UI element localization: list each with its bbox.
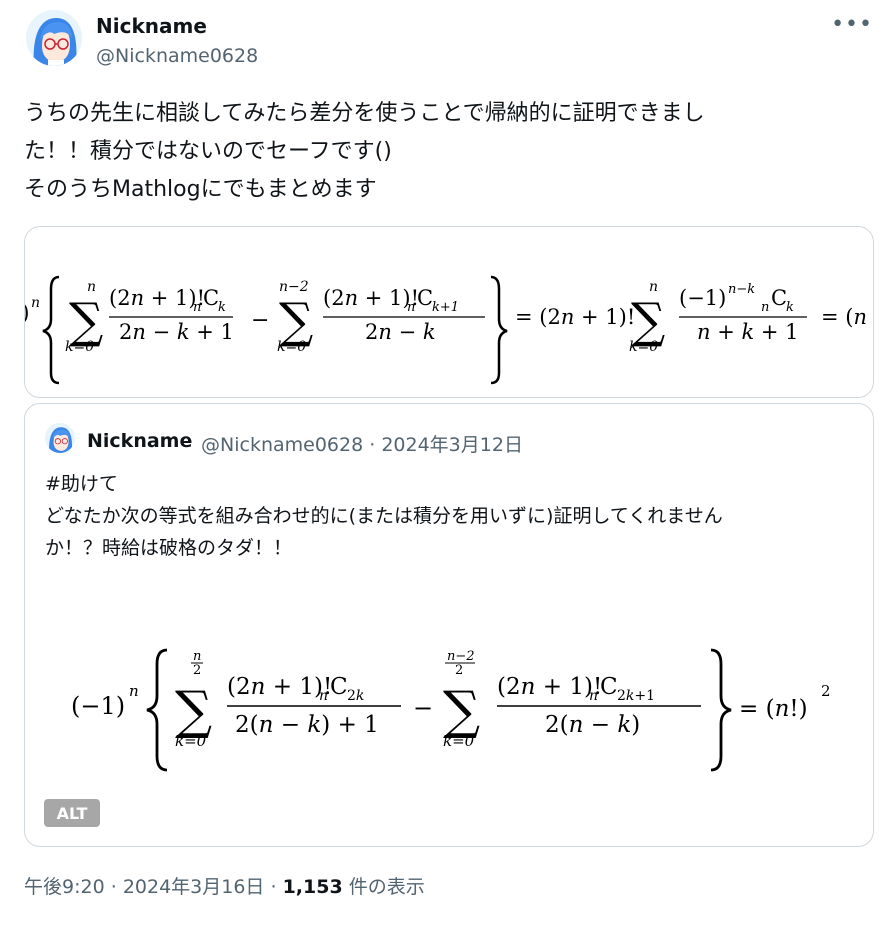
tweet-text-line: た！！積分ではないのでセーフです() — [24, 139, 392, 164]
anime-avatar-icon — [45, 423, 75, 453]
svg-text:n: n — [761, 300, 769, 315]
svg-text:k=0: k=0 — [175, 732, 207, 750]
svg-text:n: n — [193, 300, 201, 315]
svg-text:): ) — [25, 301, 30, 326]
more-icon[interactable]: ••• — [831, 12, 873, 37]
svg-text:= (2n + 1)!: = (2n + 1)! — [515, 305, 635, 329]
quote-text-line: どなたか次の等式を組み合わせ的に(または積分を用いずに)証明してくれません — [45, 505, 723, 527]
svg-text:(−1): (−1) — [679, 286, 726, 310]
svg-text:= (n: = (n — [821, 305, 867, 329]
view-count: 1,153 — [282, 876, 343, 898]
quote-author-handle[interactable]: @Nickname0628 — [201, 434, 363, 456]
svg-text:−: − — [251, 308, 269, 333]
svg-text:2k+1: 2k+1 — [617, 688, 655, 704]
formula-image-cropped: ) n n ∑ k=0 (2n + 1)! n C k 2n − k + 1 −… — [25, 275, 867, 385]
quoted-tweet[interactable]: Nickname @Nickname0628 · 2024年3月12日 #助けて… — [24, 403, 874, 847]
svg-text:n: n — [407, 300, 415, 315]
svg-text:2(n − k) + 1: 2(n − k) + 1 — [235, 712, 379, 738]
svg-text:C: C — [600, 674, 618, 700]
svg-text:2n − k: 2n − k — [365, 320, 436, 344]
svg-text:(2n + 1)!: (2n + 1)! — [227, 674, 332, 700]
svg-text:= (n!): = (n!) — [739, 696, 808, 722]
svg-text:n: n — [193, 649, 201, 664]
svg-text:(2n + 1)!: (2n + 1)! — [323, 286, 419, 310]
author-handle[interactable]: @Nickname0628 — [96, 45, 258, 67]
svg-text:(2n + 1)!: (2n + 1)! — [497, 674, 602, 700]
tweet-text-line: そのうちMathlogにでもまとめます — [24, 177, 377, 202]
tweet-date[interactable]: 2024年3月16日 — [123, 876, 265, 898]
svg-text:k=0: k=0 — [443, 732, 475, 750]
svg-text:C: C — [771, 286, 787, 310]
svg-text:n: n — [31, 295, 40, 311]
svg-text:k=0: k=0 — [277, 339, 306, 355]
svg-text:2: 2 — [455, 663, 463, 678]
quote-avatar[interactable] — [45, 423, 75, 453]
svg-text:(−1): (−1) — [71, 692, 125, 720]
anime-avatar-icon — [26, 10, 82, 66]
svg-text:C: C — [203, 286, 219, 310]
footer-separator: · — [270, 876, 277, 898]
tweet-text: うちの先生に相談してみたら差分を使うことで帰納的に証明できまし た！！積分ではない… — [24, 95, 864, 209]
svg-text:n−k: n−k — [728, 282, 755, 297]
svg-text:k=0: k=0 — [65, 339, 94, 355]
quote-author-name[interactable]: Nickname — [87, 430, 192, 452]
svg-text:2k: 2k — [347, 688, 364, 704]
svg-text:C: C — [330, 674, 348, 700]
media-image[interactable]: ) n n ∑ k=0 (2n + 1)! n C k 2n − k + 1 −… — [24, 226, 874, 398]
svg-text:2: 2 — [821, 682, 831, 700]
quote-meta: @Nickname0628 · 2024年3月12日 — [201, 430, 523, 457]
svg-text:−: − — [413, 694, 433, 722]
svg-text:(2n + 1)!: (2n + 1)! — [109, 286, 205, 310]
tweet-time[interactable]: 午後9:20 — [24, 876, 105, 898]
footer-separator: · — [110, 876, 117, 898]
svg-text:k: k — [786, 300, 794, 315]
alt-badge[interactable]: ALT — [44, 799, 100, 827]
quote-separator: · — [369, 434, 376, 456]
svg-text:2n − k + 1: 2n − k + 1 — [119, 320, 234, 344]
svg-text:2: 2 — [193, 663, 201, 678]
author-avatar[interactable] — [26, 10, 82, 66]
svg-text:n: n — [589, 688, 598, 704]
quote-hashtag[interactable]: #助けて — [45, 468, 860, 500]
svg-text:n + k + 1: n + k + 1 — [697, 320, 799, 344]
svg-text:k=0: k=0 — [629, 339, 658, 355]
svg-text:2(n − k): 2(n − k) — [545, 712, 640, 738]
svg-text:k+1: k+1 — [432, 300, 459, 315]
svg-text:C: C — [417, 286, 433, 310]
author-name[interactable]: Nickname — [96, 14, 207, 38]
quote-text: #助けてどなたか次の等式を組み合わせ的に(または積分を用いずに)証明してくれませ… — [45, 468, 860, 564]
svg-text:n: n — [129, 682, 139, 700]
view-count-label: 件の表示 — [348, 876, 425, 898]
svg-text:k: k — [218, 300, 226, 315]
svg-text:n: n — [319, 688, 328, 704]
tweet-text-line: うちの先生に相談してみたら差分を使うことで帰納的に証明できまし — [24, 101, 705, 126]
tweet-footer: 午後9:20 · 2024年3月16日 · 1,153 件の表示 — [24, 872, 425, 899]
formula-image-full[interactable]: (−1) n n 2 ∑ k=0 (2n + 1)! n C 2k 2(n − … — [55, 632, 845, 772]
quote-text-line: か！？時給は破格のタダ！！ — [45, 537, 293, 559]
svg-text:n−2: n−2 — [447, 649, 475, 664]
quote-date[interactable]: 2024年3月12日 — [381, 434, 523, 456]
